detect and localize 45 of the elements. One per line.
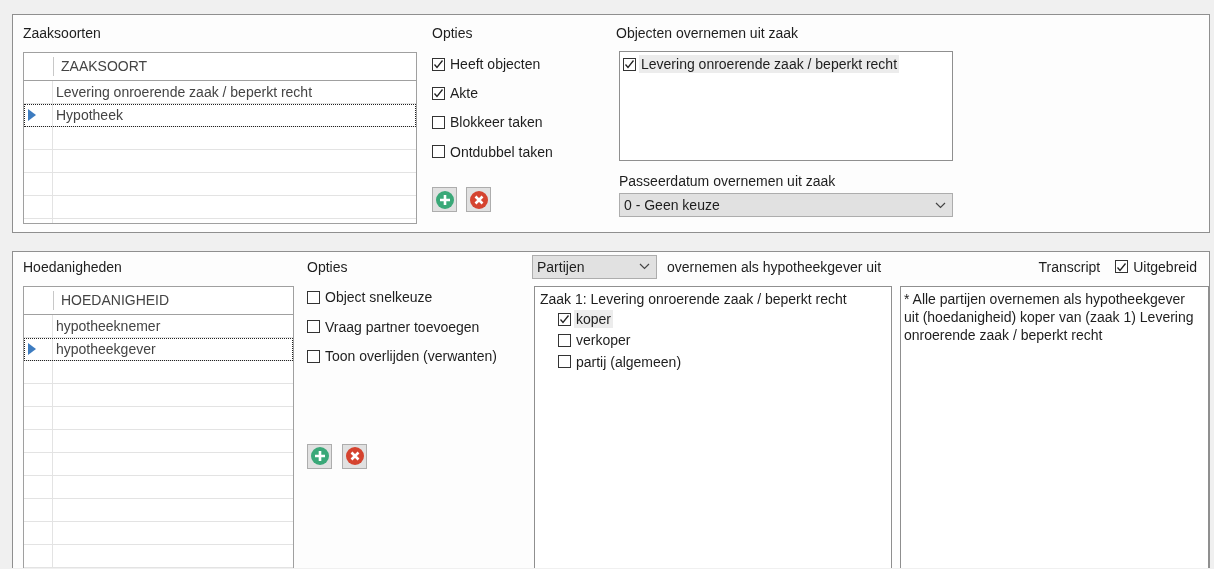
- chevron-down-icon: [639, 263, 650, 270]
- checkbox[interactable]: Object snelkeuze: [307, 288, 435, 306]
- checkbox[interactable]: Vraag partner toevoegen: [307, 317, 482, 336]
- plus-icon: [435, 190, 454, 209]
- close-icon: [469, 190, 488, 209]
- field-label: Transcript: [1038, 258, 1101, 275]
- chevron-down-icon: [935, 201, 946, 209]
- row-indicator-icon: [28, 109, 36, 121]
- remove-button[interactable]: [466, 187, 491, 212]
- column-header: HOEDANIGHEID: [53, 291, 170, 310]
- add-button[interactable]: [432, 187, 457, 212]
- checkbox[interactable]: Heeft objecten: [432, 55, 543, 73]
- checkmark-icon: [433, 88, 444, 98]
- dropdown[interactable]: 0 - Geen keuze: [619, 193, 953, 217]
- checkmark-icon: [624, 59, 635, 69]
- close-icon: [345, 447, 364, 465]
- checkbox[interactable]: Ontdubbel taken: [432, 142, 555, 161]
- grid-row[interactable]: hypotheekgever: [24, 338, 293, 361]
- section-label: Hoedanigheden: [23, 258, 122, 275]
- grid-row[interactable]: Hypotheek: [24, 104, 416, 127]
- plus-icon: [310, 447, 329, 465]
- row-indicator-icon: [28, 343, 36, 355]
- checkmark-icon: [1116, 261, 1128, 272]
- section-label: Opties: [432, 24, 473, 41]
- checkbox[interactable]: partij (algemeen): [558, 352, 684, 371]
- checkbox[interactable]: Akte: [432, 84, 480, 102]
- checkbox[interactable]: Blokkeer taken: [432, 113, 545, 131]
- checkmark-icon: [559, 314, 570, 324]
- checkbox[interactable]: verkoper: [558, 331, 633, 349]
- remove-button[interactable]: [342, 443, 367, 469]
- checkmark-icon: [433, 59, 444, 69]
- checkbox[interactable]: Uitgebreid: [1115, 257, 1199, 276]
- transcript-text-area[interactable]: * Alle partijen overnemen als hypotheekgever uit (hoedanigheid) koper van (zaak 1) Levering onroerende zaak / beperkt recht: [900, 286, 1209, 568]
- section-label: Opties: [307, 258, 348, 275]
- field-label: Passeerdatum overnemen uit zaak: [619, 173, 836, 189]
- grid-row[interactable]: hypotheeknemer: [24, 315, 293, 338]
- tree-node-label: Zaak 1: Levering onroerende zaak / beperkt recht: [540, 291, 847, 307]
- dropdown[interactable]: Partijen: [532, 254, 657, 279]
- section-label: Objecten overnemen uit zaak: [616, 24, 799, 41]
- grid-row[interactable]: Levering onroerende zaak / beperkt recht: [24, 81, 416, 104]
- field-label: overnemen als hypotheekgever uit: [667, 258, 882, 275]
- checkbox[interactable]: Toon overlijden (verwanten): [307, 347, 499, 365]
- section-label: Zaaksoorten: [23, 24, 101, 41]
- column-header: ZAAKSOORT: [53, 57, 148, 76]
- add-button[interactable]: [307, 443, 332, 469]
